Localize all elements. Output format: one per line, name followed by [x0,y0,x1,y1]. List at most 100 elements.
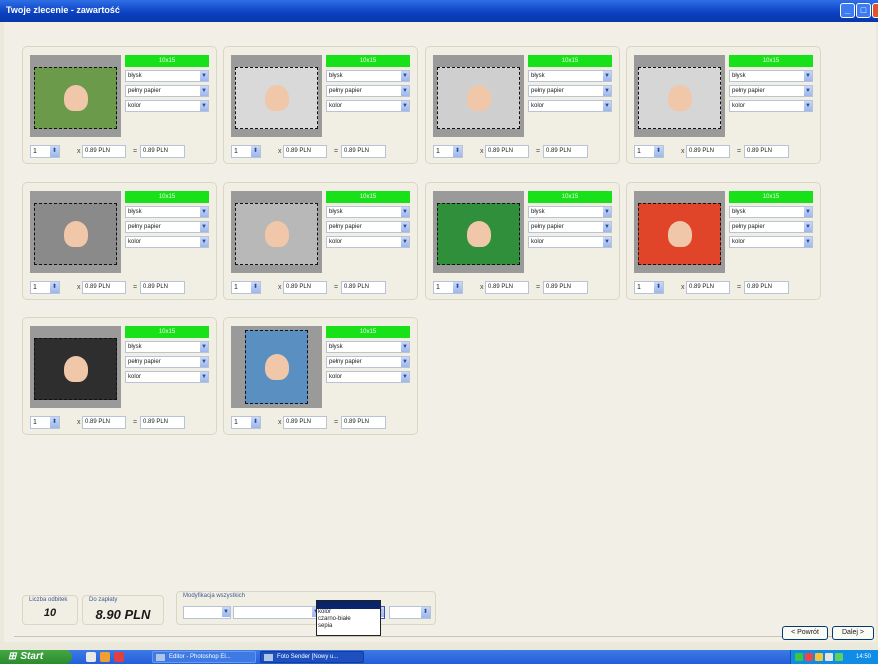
quantity-stepper[interactable]: 1 ⬍ [231,416,261,429]
photo-thumbnail[interactable] [30,191,121,273]
photo-thumbnail[interactable] [30,326,121,408]
color-select[interactable]: kolor ▼ [528,100,612,112]
spinner-arrows-icon[interactable]: ⬍ [453,282,462,293]
paper-select[interactable]: pełny papier ▼ [729,85,813,97]
crop-frame[interactable] [638,203,721,265]
dropdown-option-sepia[interactable]: sepia [317,623,380,630]
photo-thumbnail[interactable] [231,55,322,137]
color-select[interactable]: kolor ▼ [729,236,813,248]
spinner-arrows-icon[interactable]: ⬍ [50,417,59,428]
update-icon[interactable] [835,653,843,661]
color-select[interactable]: kolor ▼ [125,371,209,383]
browser-icon[interactable] [100,652,110,662]
back-button[interactable]: < Powrót [782,626,828,640]
quantity-stepper[interactable]: 1 ⬍ [30,145,60,158]
color-select[interactable]: kolor ▼ [125,100,209,112]
crop-frame[interactable] [437,67,520,129]
quantity-stepper[interactable]: 1 ⬍ [30,281,60,294]
quantity-stepper[interactable]: 1 ⬍ [433,145,463,158]
paper-select[interactable]: pełny papier ▼ [125,356,209,368]
color-select[interactable]: kolor ▼ [729,100,813,112]
taskbar-item-foto-sender[interactable]: Foto Sender [Nowy u... [260,651,364,663]
photo-thumbnail[interactable] [634,191,725,273]
finish-select[interactable]: błysk ▼ [528,206,612,218]
quantity-stepper[interactable]: 1 ⬍ [231,281,261,294]
print-size-badge[interactable]: 10x15 [125,191,209,203]
finish-select[interactable]: błysk ▼ [528,70,612,82]
antivirus-icon[interactable] [805,653,813,661]
crop-frame[interactable] [235,67,318,129]
quantity-stepper[interactable]: 1 ⬍ [634,281,664,294]
paper-select[interactable]: pełny papier ▼ [326,356,410,368]
spinner-arrows-icon[interactable]: ⬍ [251,146,260,157]
volume-icon[interactable] [825,653,833,661]
print-size-badge[interactable]: 10x15 [729,55,813,67]
finish-select[interactable]: błysk ▼ [125,341,209,353]
modify-all-finish-select[interactable]: ▼ [183,606,231,619]
security-icon[interactable] [815,653,823,661]
color-select[interactable]: kolor ▼ [125,236,209,248]
crop-frame[interactable] [245,330,308,404]
crop-frame[interactable] [437,203,520,265]
paper-select[interactable]: pełny papier ▼ [125,221,209,233]
photo-thumbnail[interactable] [433,55,524,137]
modify-all-paper-select[interactable]: ▼ [233,606,321,619]
dropdown-option-kolor[interactable]: kolor [317,609,380,616]
color-select[interactable]: kolor ▼ [326,100,410,112]
photo-thumbnail[interactable] [231,191,322,273]
print-size-badge[interactable]: 10x15 [326,191,410,203]
finish-select[interactable]: błysk ▼ [326,70,410,82]
dropdown-option-czarno-biale[interactable]: czarno-białe [317,616,380,623]
maximize-button[interactable]: □ [856,3,871,18]
spinner-arrows-icon[interactable]: ⬍ [251,282,260,293]
color-select[interactable]: kolor ▼ [326,236,410,248]
print-size-badge[interactable]: 10x15 [528,191,612,203]
paper-select[interactable]: pełny papier ▼ [125,85,209,97]
crop-frame[interactable] [34,338,117,400]
paper-select[interactable]: pełny papier ▼ [528,221,612,233]
finish-select[interactable]: błysk ▼ [326,341,410,353]
spinner-arrows-icon[interactable]: ⬍ [453,146,462,157]
paper-select[interactable]: pełny papier ▼ [729,221,813,233]
color-dropdown-list[interactable]: kolor czarno-białe sepia [316,600,381,636]
dropdown-option-blank[interactable] [317,601,380,609]
finish-select[interactable]: błysk ▼ [125,70,209,82]
media-icon[interactable] [114,652,124,662]
quantity-stepper[interactable]: 1 ⬍ [231,145,261,158]
desktop-icon[interactable] [86,652,96,662]
print-size-badge[interactable]: 10x15 [326,326,410,338]
modify-all-quantity-spinner[interactable]: ⬍ [389,606,431,619]
paper-select[interactable]: pełny papier ▼ [528,85,612,97]
finish-select[interactable]: błysk ▼ [125,206,209,218]
minimize-button[interactable]: _ [840,3,855,18]
photo-thumbnail[interactable] [30,55,121,137]
next-button[interactable]: Dalej > [832,626,874,640]
print-size-badge[interactable]: 10x15 [125,55,209,67]
photo-thumbnail[interactable] [634,55,725,137]
start-button[interactable]: ⊞ Start [0,650,72,664]
print-size-badge[interactable]: 10x15 [125,326,209,338]
color-select[interactable]: kolor ▼ [528,236,612,248]
spinner-arrows-icon[interactable]: ⬍ [50,146,59,157]
crop-frame[interactable] [235,203,318,265]
network-icon[interactable] [795,653,803,661]
photo-thumbnail[interactable] [433,191,524,273]
crop-frame[interactable] [34,67,117,129]
quantity-stepper[interactable]: 1 ⬍ [30,416,60,429]
crop-frame[interactable] [638,67,721,129]
spinner-arrows-icon[interactable]: ⬍ [421,607,430,618]
print-size-badge[interactable]: 10x15 [729,191,813,203]
finish-select[interactable]: błysk ▼ [326,206,410,218]
spinner-arrows-icon[interactable]: ⬍ [654,282,663,293]
crop-frame[interactable] [34,203,117,265]
quantity-stepper[interactable]: 1 ⬍ [433,281,463,294]
paper-select[interactable]: pełny papier ▼ [326,221,410,233]
photo-thumbnail[interactable] [231,326,322,408]
finish-select[interactable]: błysk ▼ [729,70,813,82]
print-size-badge[interactable]: 10x15 [326,55,410,67]
spinner-arrows-icon[interactable]: ⬍ [50,282,59,293]
color-select[interactable]: kolor ▼ [326,371,410,383]
paper-select[interactable]: pełny papier ▼ [326,85,410,97]
taskbar-item-photoshop[interactable]: Editor - Photoshop El... [152,651,256,663]
spinner-arrows-icon[interactable]: ⬍ [251,417,260,428]
